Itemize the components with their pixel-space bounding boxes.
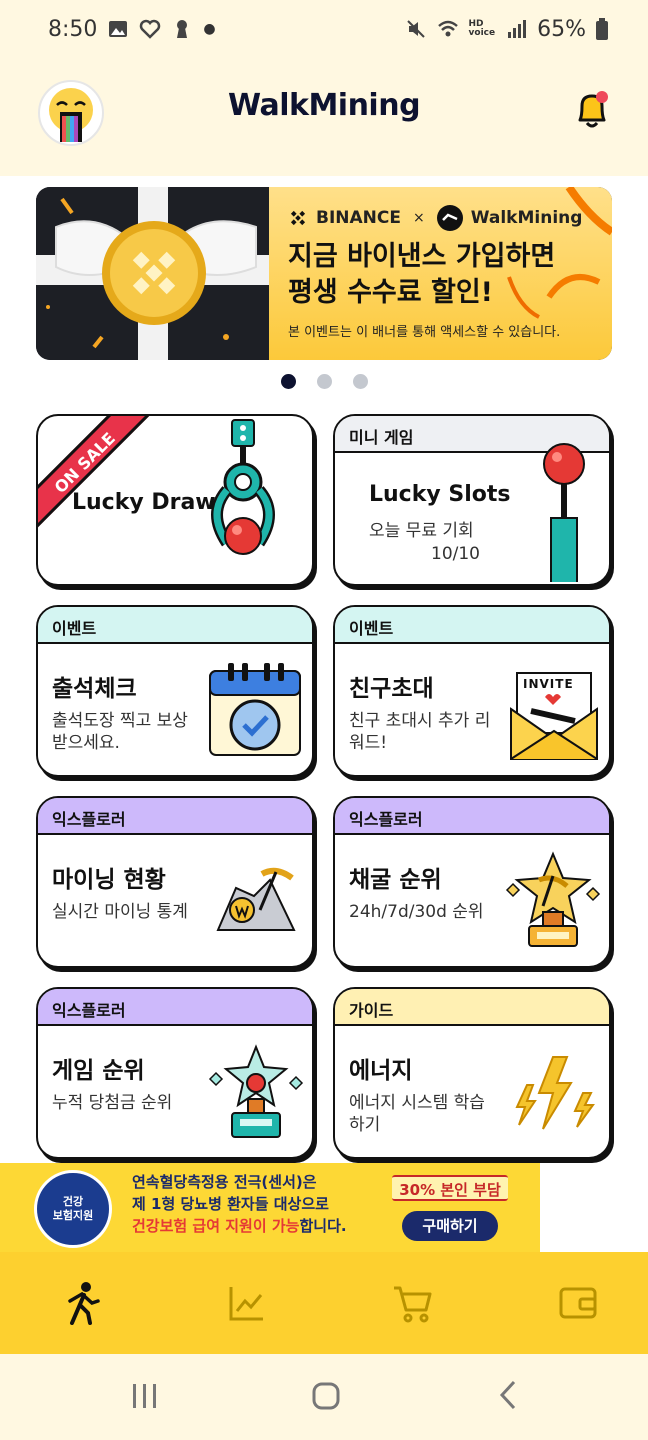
mute-icon	[406, 20, 425, 38]
lucky-slots-desc: 오늘 무료 기회	[369, 521, 474, 541]
ad-text: 연속혈당측정용 전극(센서)은 제 1형 당뇨병 환자들 대상으로 건강보험 급…	[132, 1171, 382, 1237]
energy-title: 에너지	[349, 1058, 413, 1084]
mining-status-card[interactable]: 익스플로러 마이닝 현황 실시간 마이닝 통계	[36, 796, 314, 968]
promo-banner[interactable]: BINANCE × WalkMining 지금 바이낸스 가입하면 평생 수수료…	[36, 187, 612, 360]
ad-line3-red: 건강보험 급여 지원이 가능	[132, 1217, 300, 1235]
invite-card-word: INVITE	[523, 677, 574, 691]
banner-brands: BINANCE × WalkMining	[288, 205, 582, 231]
mining-rank-title: 채굴 순위	[349, 867, 442, 893]
game-rank-card[interactable]: 익스플로러 게임 순위 누적 당첨금 순위	[36, 987, 314, 1159]
back-icon[interactable]	[496, 1379, 520, 1411]
gallery-icon	[109, 21, 128, 37]
signal-icon	[508, 20, 527, 38]
game-rank-desc: 누적 당첨금 순위	[52, 1093, 173, 1113]
ad-buy-button[interactable]: 구매하기	[402, 1211, 498, 1241]
ad-line3-rest: 합니다.	[299, 1217, 347, 1235]
status-bar: 8:50 ● HD voice 65%	[0, 0, 648, 58]
invite-card[interactable]: 이벤트 친구초대 친구 초대시 추가 리워드! INVITE	[333, 605, 611, 777]
claw-machine-icon	[211, 419, 275, 555]
app-header: WalkMining	[0, 58, 648, 176]
mining-rock-icon	[216, 867, 296, 931]
carousel-dots	[0, 374, 648, 389]
chart-icon	[229, 1287, 264, 1321]
ad-line2: 제 1형 당뇨병 환자들 대상으로	[132, 1195, 329, 1213]
ad-badge: 30% 본인 부담	[392, 1175, 508, 1201]
status-left: 8:50 ●	[48, 17, 216, 42]
ad-line3: 건강보험 급여 지원이 가능합니다.	[132, 1215, 382, 1237]
mining-status-desc: 실시간 마이닝 통계	[52, 902, 188, 922]
carousel-dot-1[interactable]	[280, 374, 296, 389]
walkmining-logo-icon	[436, 205, 463, 231]
card-tag: 가이드	[335, 989, 609, 1026]
nav-walk[interactable]	[58, 1279, 106, 1327]
hd-voice-indicator: HD voice	[469, 20, 496, 38]
card-tag: 이벤트	[335, 607, 609, 644]
recent-apps-icon[interactable]	[130, 1381, 160, 1411]
status-right: HD voice 65%	[405, 17, 608, 42]
notification-button[interactable]	[572, 88, 612, 132]
banner-note: 본 이벤트는 이 배너를 통해 액세스할 수 있습니다.	[288, 325, 561, 340]
banner-title-line2: 평생 수수료 할인!	[288, 277, 493, 308]
attendance-desc: 출석도장 찍고 보상 받으세요.	[52, 711, 188, 753]
carousel-dot-3[interactable]	[352, 374, 368, 389]
invite-title: 친구초대	[349, 676, 434, 702]
card-tag: 익스플로러	[38, 989, 312, 1026]
app-title: WalkMining	[227, 88, 421, 123]
card-tag: 익스플로러	[38, 798, 312, 835]
battery-percent: 65%	[537, 16, 586, 42]
lucky-slots-count: 10/10	[431, 544, 480, 564]
on-sale-label: ON SALE	[50, 428, 119, 497]
banner-title-line1: 지금 바이낸스 가입하면	[288, 241, 556, 272]
attendance-title: 출석체크	[52, 676, 137, 702]
game-trophy-icon	[208, 1044, 304, 1138]
gift-coin-illustration	[36, 187, 269, 360]
bottom-nav	[0, 1252, 648, 1354]
wifi-icon	[437, 20, 458, 37]
ad-banner[interactable]: 건강 보험지원 연속혈당측정용 전극(센서)은 제 1형 당뇨병 환자들 대상으…	[0, 1163, 540, 1252]
lucky-slots-title: Lucky Slots	[369, 482, 511, 507]
slot-lever-icon	[543, 443, 585, 582]
walk-icon	[68, 1282, 100, 1325]
home-icon[interactable]	[311, 1381, 341, 1411]
energy-desc: 에너지 시스템 학습하기	[349, 1093, 485, 1135]
star-trophy-icon	[505, 851, 601, 947]
voice-label: voice	[468, 28, 496, 38]
nav-wallet[interactable]	[554, 1279, 602, 1327]
wallet-icon	[559, 1287, 597, 1319]
battery-icon	[596, 18, 608, 40]
calendar-check-icon	[209, 663, 301, 756]
status-time: 8:50	[48, 16, 98, 42]
lucky-draw-card[interactable]: ON SALE Lucky Draw	[36, 414, 314, 586]
mining-rank-desc: 24h/7d/30d 순위	[349, 902, 484, 922]
invite-desc: 친구 초대시 추가 리워드!	[349, 711, 491, 753]
ad-seal-line1: 건강	[62, 1195, 84, 1208]
bell-icon	[578, 91, 608, 128]
carousel-dot-2[interactable]	[316, 374, 332, 389]
nav-chart[interactable]	[223, 1279, 271, 1327]
system-nav-bar	[0, 1354, 648, 1440]
mining-status-title: 마이닝 현황	[52, 867, 166, 893]
ad-seal-line2: 보험지원	[52, 1209, 94, 1222]
card-tag: 이벤트	[38, 607, 312, 644]
lucky-draw-title: Lucky Draw	[72, 490, 216, 515]
nav-cart[interactable]	[389, 1279, 437, 1327]
attendance-card[interactable]: 이벤트 출석체크 출석도장 찍고 보상 받으세요.	[36, 605, 314, 777]
mining-rank-card[interactable]: 익스플로러 채굴 순위 24h/7d/30d 순위	[333, 796, 611, 968]
binance-label: BINANCE	[316, 208, 401, 228]
status-dot-icon: ●	[203, 21, 216, 37]
ad-seal: 건강 보험지원	[34, 1170, 112, 1248]
walkmining-label: WalkMining	[470, 208, 583, 228]
cart-icon	[393, 1286, 432, 1323]
ad-line1: 연속혈당측정용 전극(센서)은	[132, 1173, 317, 1191]
heart-icon	[140, 19, 161, 39]
energy-card[interactable]: 가이드 에너지 에너지 시스템 학습하기	[333, 987, 611, 1159]
binance-logo-icon	[290, 210, 306, 226]
keyhole-icon	[177, 20, 188, 38]
lightning-icon	[515, 1056, 595, 1130]
lucky-slots-card[interactable]: 미니 게임 Lucky Slots 오늘 무료 기회 10/10	[333, 414, 611, 586]
card-tag: 익스플로러	[335, 798, 609, 835]
brand-separator: ×	[412, 210, 425, 226]
game-rank-title: 게임 순위	[52, 1058, 145, 1084]
banner-title: 지금 바이낸스 가입하면 평생 수수료 할인!	[288, 239, 608, 311]
